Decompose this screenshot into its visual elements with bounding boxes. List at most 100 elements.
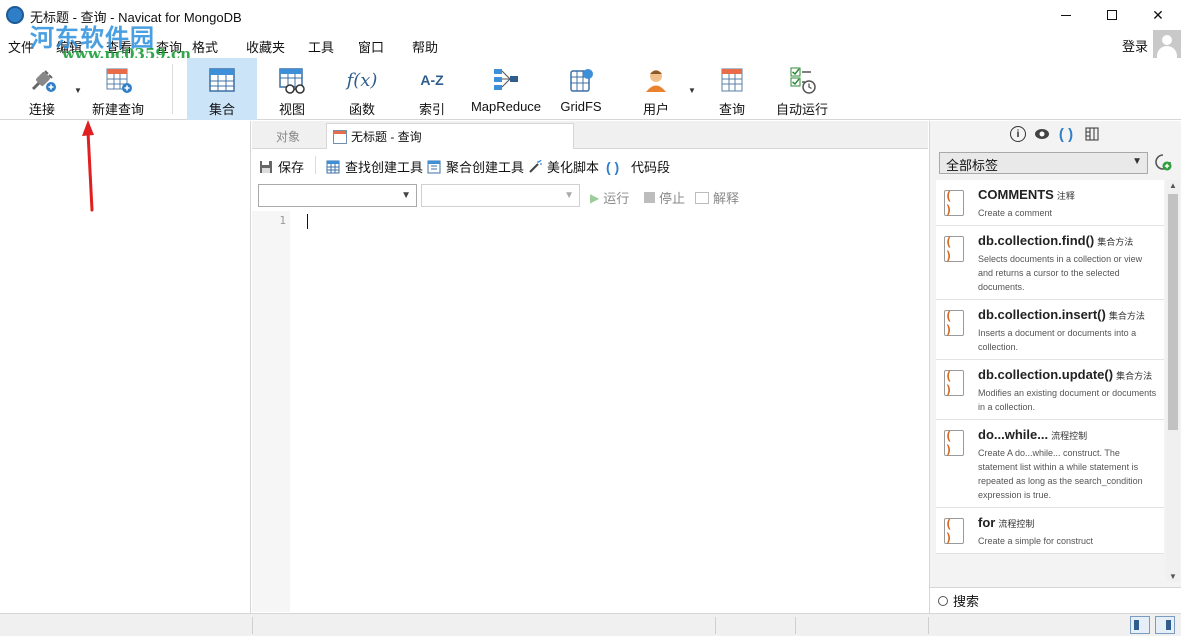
find-builder-button[interactable]: 查找创建工具 <box>326 157 423 176</box>
login-link[interactable]: 登录 <box>1122 36 1148 55</box>
connect-button[interactable]: 连接 <box>20 58 64 120</box>
collection-button[interactable]: 集合 <box>187 58 257 120</box>
beautify-button[interactable]: 美化脚本 <box>528 157 599 176</box>
refresh-add-icon[interactable] <box>1154 153 1172 171</box>
plug-icon <box>27 65 57 95</box>
snippet-search-input[interactable]: 搜索 <box>930 587 1181 613</box>
avatar[interactable] <box>1153 30 1181 58</box>
stop-button[interactable]: 停止 <box>644 188 685 207</box>
new-query-button[interactable]: 新建查询 <box>90 58 146 120</box>
navigation-pane[interactable] <box>0 121 251 613</box>
function-icon: f(x) <box>346 69 378 91</box>
search-placeholder: 搜索 <box>953 594 980 609</box>
explain-icon <box>695 191 709 204</box>
snippet-title: db.collection.insert() <box>978 307 1106 322</box>
collection-select[interactable]: ▼ <box>421 184 580 207</box>
index-button[interactable]: A-Z 索引 <box>402 58 462 120</box>
snippet-button[interactable]: ( ) 代码段 <box>606 157 670 176</box>
minimize-button[interactable] <box>1043 0 1089 30</box>
pane-switcher: i ( ) <box>930 121 1181 149</box>
query-button[interactable]: 查询 <box>705 58 759 120</box>
index-icon: A-Z <box>420 72 444 88</box>
user-button[interactable]: 用户 <box>630 58 682 120</box>
scroll-up-icon[interactable]: ▲ <box>1169 181 1177 190</box>
view-button[interactable]: 视图 <box>262 58 322 120</box>
snippet-category: 流程控制 <box>998 519 1035 529</box>
layout-left-icon[interactable] <box>1130 616 1150 634</box>
snippet-title: db.collection.find() <box>978 233 1095 248</box>
function-label: 函数 <box>348 102 375 117</box>
menu-window[interactable]: 窗口 <box>358 37 384 56</box>
list-item[interactable]: ( ) for 流程控制 Create a simple for construc… <box>936 508 1164 554</box>
line-number: 1 <box>279 214 286 227</box>
snippet-tab-icon[interactable]: ( ) <box>1058 126 1074 143</box>
play-icon: ▶ <box>590 190 600 205</box>
snippet-code-icon: ( ) <box>944 517 964 545</box>
snippet-code-icon: ( ) <box>944 369 964 397</box>
mapreduce-label: MapReduce <box>470 99 542 114</box>
info-icon[interactable]: i <box>1010 126 1026 142</box>
run-button[interactable]: ▶ 运行 <box>590 188 629 207</box>
tag-filter-select[interactable]: 全部标签 ▼ <box>939 152 1148 174</box>
mapreduce-button[interactable]: MapReduce <box>468 58 544 120</box>
database-select[interactable]: ▼ <box>258 184 417 207</box>
connect-dropdown-icon[interactable]: ▼ <box>74 86 82 95</box>
save-button[interactable]: 保存 <box>259 157 304 176</box>
list-item[interactable]: ( ) db.collection.update() 集合方法 Modifies … <box>936 360 1164 420</box>
eye-icon[interactable] <box>1034 126 1050 142</box>
list-item[interactable]: ( ) COMMENTS 注释 Create a comment <box>936 180 1164 226</box>
query-toolbar: 保存 查找创建工具 聚合创建工具 美化脚本 ( ) 代码段 <box>252 150 928 180</box>
index-label: 索引 <box>418 102 445 117</box>
maximize-button[interactable] <box>1089 0 1135 30</box>
user-dropdown-icon[interactable]: ▼ <box>688 86 696 95</box>
list-item[interactable]: ( ) do...while... 流程控制 Create A do...whil… <box>936 420 1164 508</box>
menu-tools[interactable]: 工具 <box>308 37 334 56</box>
snippet-code-icon: ( ) <box>944 429 964 457</box>
new-query-label: 新建查询 <box>91 102 144 117</box>
close-icon: ✕ <box>1152 6 1164 23</box>
list-item[interactable]: ( ) db.collection.find() 集合方法 Selects doc… <box>936 226 1164 300</box>
auto-run-button[interactable]: 自动运行 <box>770 58 834 120</box>
status-divider <box>928 617 929 634</box>
line-gutter: 1 <box>252 211 290 612</box>
query-editor[interactable]: 1 <box>252 211 928 612</box>
run-bar: ▼ ▼ ▶ 运行 停止 解释 <box>252 181 928 211</box>
close-button[interactable]: ✕ <box>1135 0 1181 30</box>
menu-help[interactable]: 帮助 <box>412 37 438 56</box>
menu-favorites[interactable]: 收藏夹 <box>246 37 285 56</box>
connect-label: 连接 <box>28 102 55 117</box>
mapreduce-icon <box>491 65 521 95</box>
layout-right-icon[interactable] <box>1155 616 1175 634</box>
tab-query[interactable]: 无标题 - 查询 <box>326 123 574 149</box>
aggregate-builder-button[interactable]: 聚合创建工具 <box>427 157 524 176</box>
list-item[interactable]: ( ) db.collection.insert() 集合方法 Inserts a… <box>936 300 1164 360</box>
function-button[interactable]: f(x) 函数 <box>332 58 392 120</box>
snippet-category: 注释 <box>1056 191 1075 201</box>
snippet-category: 流程控制 <box>1051 431 1088 441</box>
snippet-description: Create a comment <box>978 208 1053 218</box>
snippet-title: do...while... <box>978 427 1049 442</box>
scrollbar-thumb[interactable] <box>1168 194 1178 430</box>
gridfs-button[interactable]: GridFS <box>552 58 610 120</box>
explain-button[interactable]: 解释 <box>695 188 739 207</box>
magic-wand-icon <box>528 159 542 174</box>
columns-icon[interactable] <box>1084 126 1100 142</box>
run-label: 运行 <box>603 191 630 206</box>
snippet-code-icon: ( ) <box>944 189 964 217</box>
chevron-down-icon: ▼ <box>1132 156 1142 167</box>
snippet-description: Modifies an existing document or documen… <box>978 388 1157 412</box>
tab-objects[interactable]: 对象 <box>252 123 324 149</box>
snippet-pane: i ( ) 全部标签 ▼ ( ) COMMENTS 注释 Create a com… <box>929 121 1181 613</box>
search-icon <box>938 595 948 606</box>
tag-filter-value: 全部标签 <box>946 158 999 173</box>
snippet-icon: ( ) <box>606 158 620 175</box>
menu-format[interactable]: 格式 <box>192 37 218 56</box>
snippet-category: 集合方法 <box>1116 371 1153 381</box>
toolbar-divider <box>172 64 173 114</box>
scroll-down-icon[interactable]: ▼ <box>1169 572 1177 581</box>
auto-run-icon <box>787 65 817 95</box>
snippet-scrollbar[interactable]: ▲ ▼ <box>1166 180 1180 582</box>
snippet-title: COMMENTS <box>978 187 1054 202</box>
status-divider <box>252 617 253 634</box>
auto-run-label: 自动运行 <box>775 102 828 117</box>
